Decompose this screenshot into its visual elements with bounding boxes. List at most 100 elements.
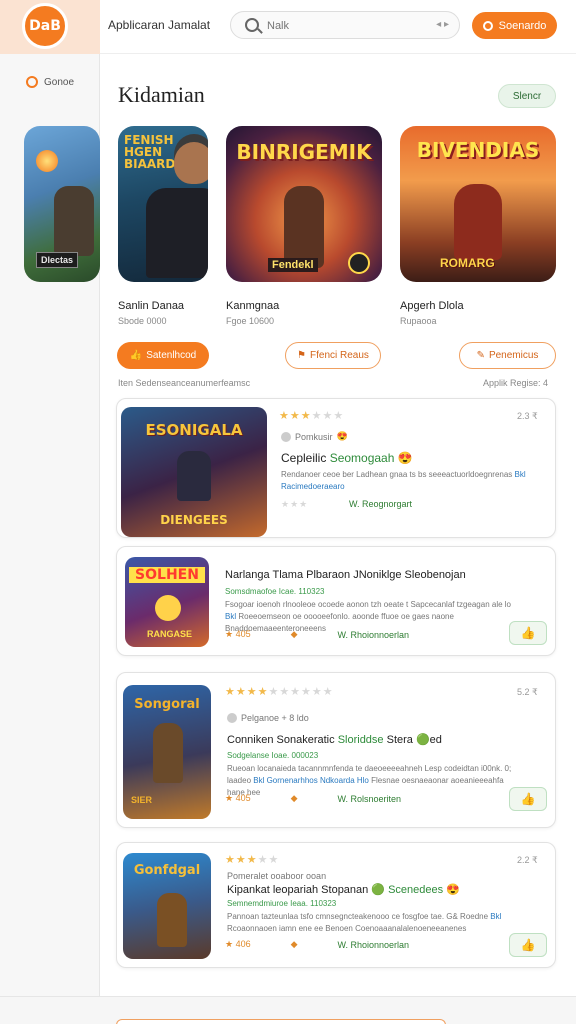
desc-text: Fsogoar ioenoh rlnooleoe ocoede aonon tz… [225, 600, 511, 609]
card-name[interactable]: Kanmgnaa [226, 300, 279, 312]
flag-icon: ⚑ [297, 350, 307, 361]
thumbs-up-icon: 👍 [520, 792, 536, 806]
item-subtitle: Sodgelanse Ioae. 000023 [227, 751, 319, 760]
tags-row: ★ 406 ◆ W. Rhoionnoerlan [225, 939, 409, 950]
card-sub: Fgoe 10600 [226, 316, 275, 326]
filter-button[interactable]: ✎ Penemicus [459, 342, 556, 369]
mini-text: Pelganoe + 8 ldo [241, 713, 309, 723]
mini-text: Pomeralet ooaboor ooan [227, 871, 327, 881]
item-title-highlight: Sloriddse [337, 734, 384, 746]
art-title: BIVENDIAS [416, 138, 540, 162]
item-title[interactable]: Conniken Sonakeratic Sloriddse Stera 🟢ed [227, 733, 442, 746]
mini-line: Pomkusir 😍 [281, 431, 348, 442]
tree-tag[interactable]: W. Rhoionnoerlan [338, 940, 410, 950]
tree-tag[interactable]: W. Rhoionnoerlan [338, 630, 410, 640]
see-all-button[interactable]: Slencr [498, 84, 556, 108]
item-title[interactable]: Narlanga Tlama Plbaraon JNoniklge Sleobe… [225, 569, 466, 581]
rating-tag: ★ 406 [225, 939, 251, 949]
card-sub: Sbode 0000 [118, 316, 167, 326]
star-rating: ★★★★★★ [279, 410, 345, 422]
item-title-text: Cepleilic [281, 451, 330, 465]
list-meta-right: Applik Regise: 4 [483, 378, 549, 388]
item-subtitle: Somsdmaofoe Icae. 110323 [225, 587, 325, 596]
like-button[interactable]: 👍 [509, 787, 547, 811]
item-title[interactable]: Cepleilic Seomogaah 😍 [281, 451, 413, 465]
app-logo[interactable]: DaB [22, 3, 68, 49]
list-item[interactable]: Gonfdgal ★★★★★ 2.2 ₹ Pomeralet ooaboor o… [116, 842, 556, 968]
badge-icon: ◆ [290, 939, 298, 949]
tree-tag[interactable]: W. Rolsnoeriten [338, 794, 402, 804]
thumb-title: ESONIGALA [145, 421, 243, 439]
card-name[interactable]: Sanlin Danaa [118, 300, 184, 312]
item-title[interactable]: Kipankat leopariah Stopanan 🟢 Scenedees … [227, 883, 460, 896]
card-name[interactable]: Apgerh Dlola [400, 300, 464, 312]
mini-stars: ★★★ [281, 499, 309, 509]
rating-tag: ★ 405 [225, 793, 251, 803]
search-icon [245, 18, 259, 32]
desc-link[interactable]: Bkl [225, 612, 236, 621]
thumb-title: Gonfdgal [133, 863, 201, 878]
art-title: BINRIGEMIK [236, 140, 372, 164]
tags-row: ★ 405 ◆ W. Rolsnoeriten [225, 793, 401, 804]
item-title-text: Kipankat leopariah Stopanan [227, 884, 372, 896]
badge-icon [348, 252, 370, 274]
item-subtitle: Semnemdmiuroe Ieaa. 110323 [227, 899, 337, 908]
badge-icon: ◆ [290, 629, 298, 639]
section-title: Kidamian [118, 82, 205, 107]
filter-button[interactable]: ⚑ Ffenci Reaus [285, 342, 381, 369]
desc-link[interactable]: Bkl Gornenarhhos Ndkoarda Hlo [253, 776, 369, 785]
gear-icon [26, 76, 38, 88]
item-thumbnail: ESONIGALA DIENGEES [121, 407, 267, 537]
mini-text: Pomkusir [295, 431, 333, 442]
fire-icon [36, 150, 58, 172]
item-title-emoji: Stera 🟢ed [383, 734, 442, 746]
desc-text-2: Rcoaonnaoen iamn ene ee Benoen Coenoaaan… [227, 924, 467, 933]
filter-label: Penemicus [488, 350, 539, 361]
carousel-card[interactable]: FENISH HGEN BIAARDE [118, 126, 208, 282]
carousel-card[interactable]: BIVENDIAS ROMARG [400, 126, 556, 282]
like-button[interactable]: 👍 [509, 933, 547, 957]
search-input[interactable] [267, 17, 427, 35]
top-bar: DaB Apblicaran Jamalat ◂ ▸ Soenardo [0, 0, 576, 54]
search-button-label: Soenardo [498, 19, 547, 32]
app-title: Apblicaran Jamalat [108, 18, 211, 32]
star-rating: ★★★★★ [225, 854, 280, 866]
thumb-title: SOLHEN [129, 567, 205, 583]
mini-line: Pelganoe + 8 ldo [227, 713, 309, 723]
search-button[interactable]: Soenardo [472, 12, 557, 39]
filter-button-primary[interactable]: 👍 Satenlhcod [117, 342, 209, 369]
character-figure [153, 723, 183, 783]
character-figure [146, 188, 208, 278]
mini-line: Pomeralet ooaboor ooan [227, 871, 326, 881]
voice-icon[interactable]: ◂ ▸ [436, 19, 449, 30]
desc-link[interactable]: Bkl [490, 912, 501, 921]
tree-tag[interactable]: W. Reognorgart [349, 499, 412, 509]
item-thumbnail: SOLHEN RANGASE [125, 557, 209, 647]
game-art: BIVENDIAS ROMARG [400, 126, 556, 282]
like-button[interactable]: 👍 [509, 621, 547, 645]
carousel-card[interactable]: BINRIGEMIK Fendekl [226, 126, 382, 282]
price-label: 2.2 ₹ [517, 855, 538, 865]
bottom-action-button[interactable] [116, 1019, 446, 1024]
thumb-tag: SIER [131, 795, 153, 805]
art-tag: Fendekl [268, 258, 318, 272]
list-item[interactable]: ESONIGALA DIENGEES ★★★★★★ 2.3 ₹ Pomkusir… [116, 398, 556, 538]
character-figure [155, 595, 181, 621]
desc-text: Rendanoer ceoe ber Ladhean gnaa ts bs se… [281, 470, 515, 479]
item-description: Rendanoer ceoe ber Ladhean gnaa ts bs se… [281, 469, 571, 493]
rating-tag: ★ 405 [225, 629, 251, 639]
search-box[interactable]: ◂ ▸ [230, 11, 460, 39]
card-sub: Rupaooa [400, 316, 437, 326]
app-window: DaB Apblicaran Jamalat ◂ ▸ Soenardo Gono… [0, 0, 576, 1024]
thumb-title: Songoral [134, 697, 200, 712]
game-art: BINRIGEMIK Fendekl [226, 126, 382, 282]
emoji-icon: 😍 [336, 431, 348, 441]
list-item[interactable]: Songoral SIER ★★★★★★★★★★ 5.2 ₹ Pelganoe … [116, 672, 556, 828]
character-figure [54, 186, 94, 256]
avatar-icon [281, 431, 291, 442]
character-head [174, 142, 208, 184]
list-item[interactable]: SOLHEN RANGASE Narlanga Tlama Plbaraon J… [116, 546, 556, 656]
carousel-card-peek[interactable]: Dlectas [24, 126, 100, 282]
item-title-text: Conniken Sonakeratic [227, 734, 338, 746]
sidebar-item-genre[interactable]: Gonoe [26, 76, 74, 88]
